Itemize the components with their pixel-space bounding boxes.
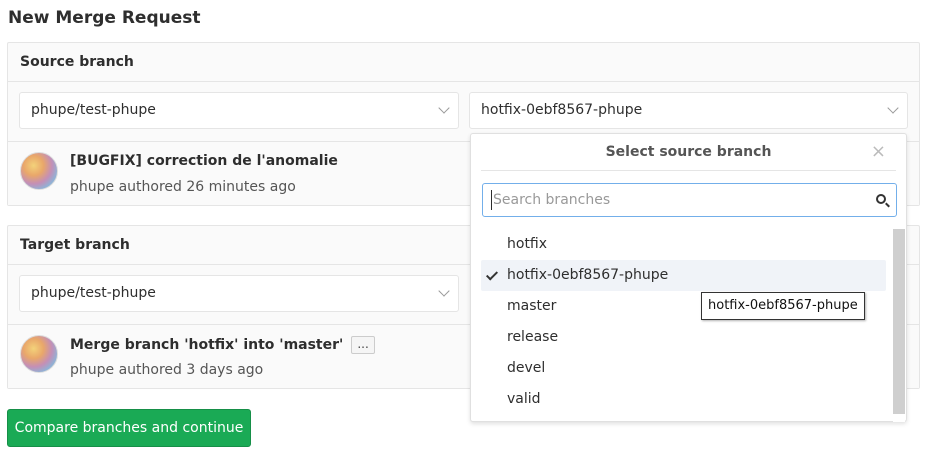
chevron-down-icon bbox=[438, 102, 450, 114]
check-icon bbox=[485, 268, 499, 281]
branch-search-input[interactable] bbox=[491, 190, 861, 210]
branch-item-hotfix-0ebf8567-phupe[interactable]: hotfix-0ebf8567-phupe bbox=[481, 260, 886, 291]
chevron-down-icon bbox=[438, 285, 450, 297]
dropdown-title: Select source branch bbox=[605, 144, 772, 160]
chevron-down-icon bbox=[887, 102, 899, 114]
branch-tooltip: hotfix-0ebf8567-phupe bbox=[701, 292, 865, 320]
compare-branches-button[interactable]: Compare branches and continue bbox=[7, 409, 251, 447]
branch-search-box bbox=[482, 183, 897, 217]
close-icon[interactable]: × bbox=[871, 141, 886, 162]
branch-item-release[interactable]: release bbox=[481, 322, 886, 353]
search-icon bbox=[876, 194, 886, 204]
branch-label: hotfix bbox=[507, 236, 548, 252]
branch-item-devel[interactable]: devel bbox=[481, 353, 886, 384]
avatar bbox=[20, 335, 58, 373]
commit-meta: phupe authored 3 days ago bbox=[70, 362, 264, 378]
source-branch-dropdown: Select source branch × hotfix hotfix-0eb… bbox=[470, 133, 907, 422]
commit-title: Merge branch 'hotfix' into 'master'... bbox=[70, 336, 375, 354]
source-branch-value: hotfix-0ebf8567-phupe bbox=[481, 102, 643, 118]
branch-label: master bbox=[507, 298, 557, 314]
target-project-select[interactable]: phupe/test-phupe bbox=[19, 275, 459, 312]
avatar bbox=[20, 152, 58, 190]
branch-item-valid[interactable]: valid bbox=[481, 384, 886, 415]
scrollbar-thumb[interactable] bbox=[893, 229, 905, 414]
branch-label: devel bbox=[507, 360, 546, 376]
page-title: New Merge Request bbox=[8, 8, 201, 28]
commit-title-text[interactable]: Merge branch 'hotfix' into 'master' bbox=[70, 337, 343, 353]
commit-meta: phupe authored 26 minutes ago bbox=[70, 179, 296, 195]
source-branch-header: Source branch bbox=[8, 43, 919, 82]
branch-item-hotfix[interactable]: hotfix bbox=[481, 229, 886, 260]
source-branch-select[interactable]: hotfix-0ebf8567-phupe bbox=[469, 92, 908, 129]
branch-list: hotfix hotfix-0ebf8567-phupe master rele… bbox=[481, 229, 886, 415]
branch-label: valid bbox=[507, 391, 541, 407]
commit-title[interactable]: [BUGFIX] correction de l'anomalie bbox=[70, 153, 338, 169]
source-project-value: phupe/test-phupe bbox=[31, 102, 156, 118]
divider bbox=[481, 170, 896, 171]
branch-label: hotfix-0ebf8567-phupe bbox=[507, 267, 669, 283]
branch-label: release bbox=[507, 329, 559, 345]
source-project-select[interactable]: phupe/test-phupe bbox=[19, 92, 459, 129]
target-project-value: phupe/test-phupe bbox=[31, 285, 156, 301]
expand-commit-button[interactable]: ... bbox=[351, 336, 375, 354]
